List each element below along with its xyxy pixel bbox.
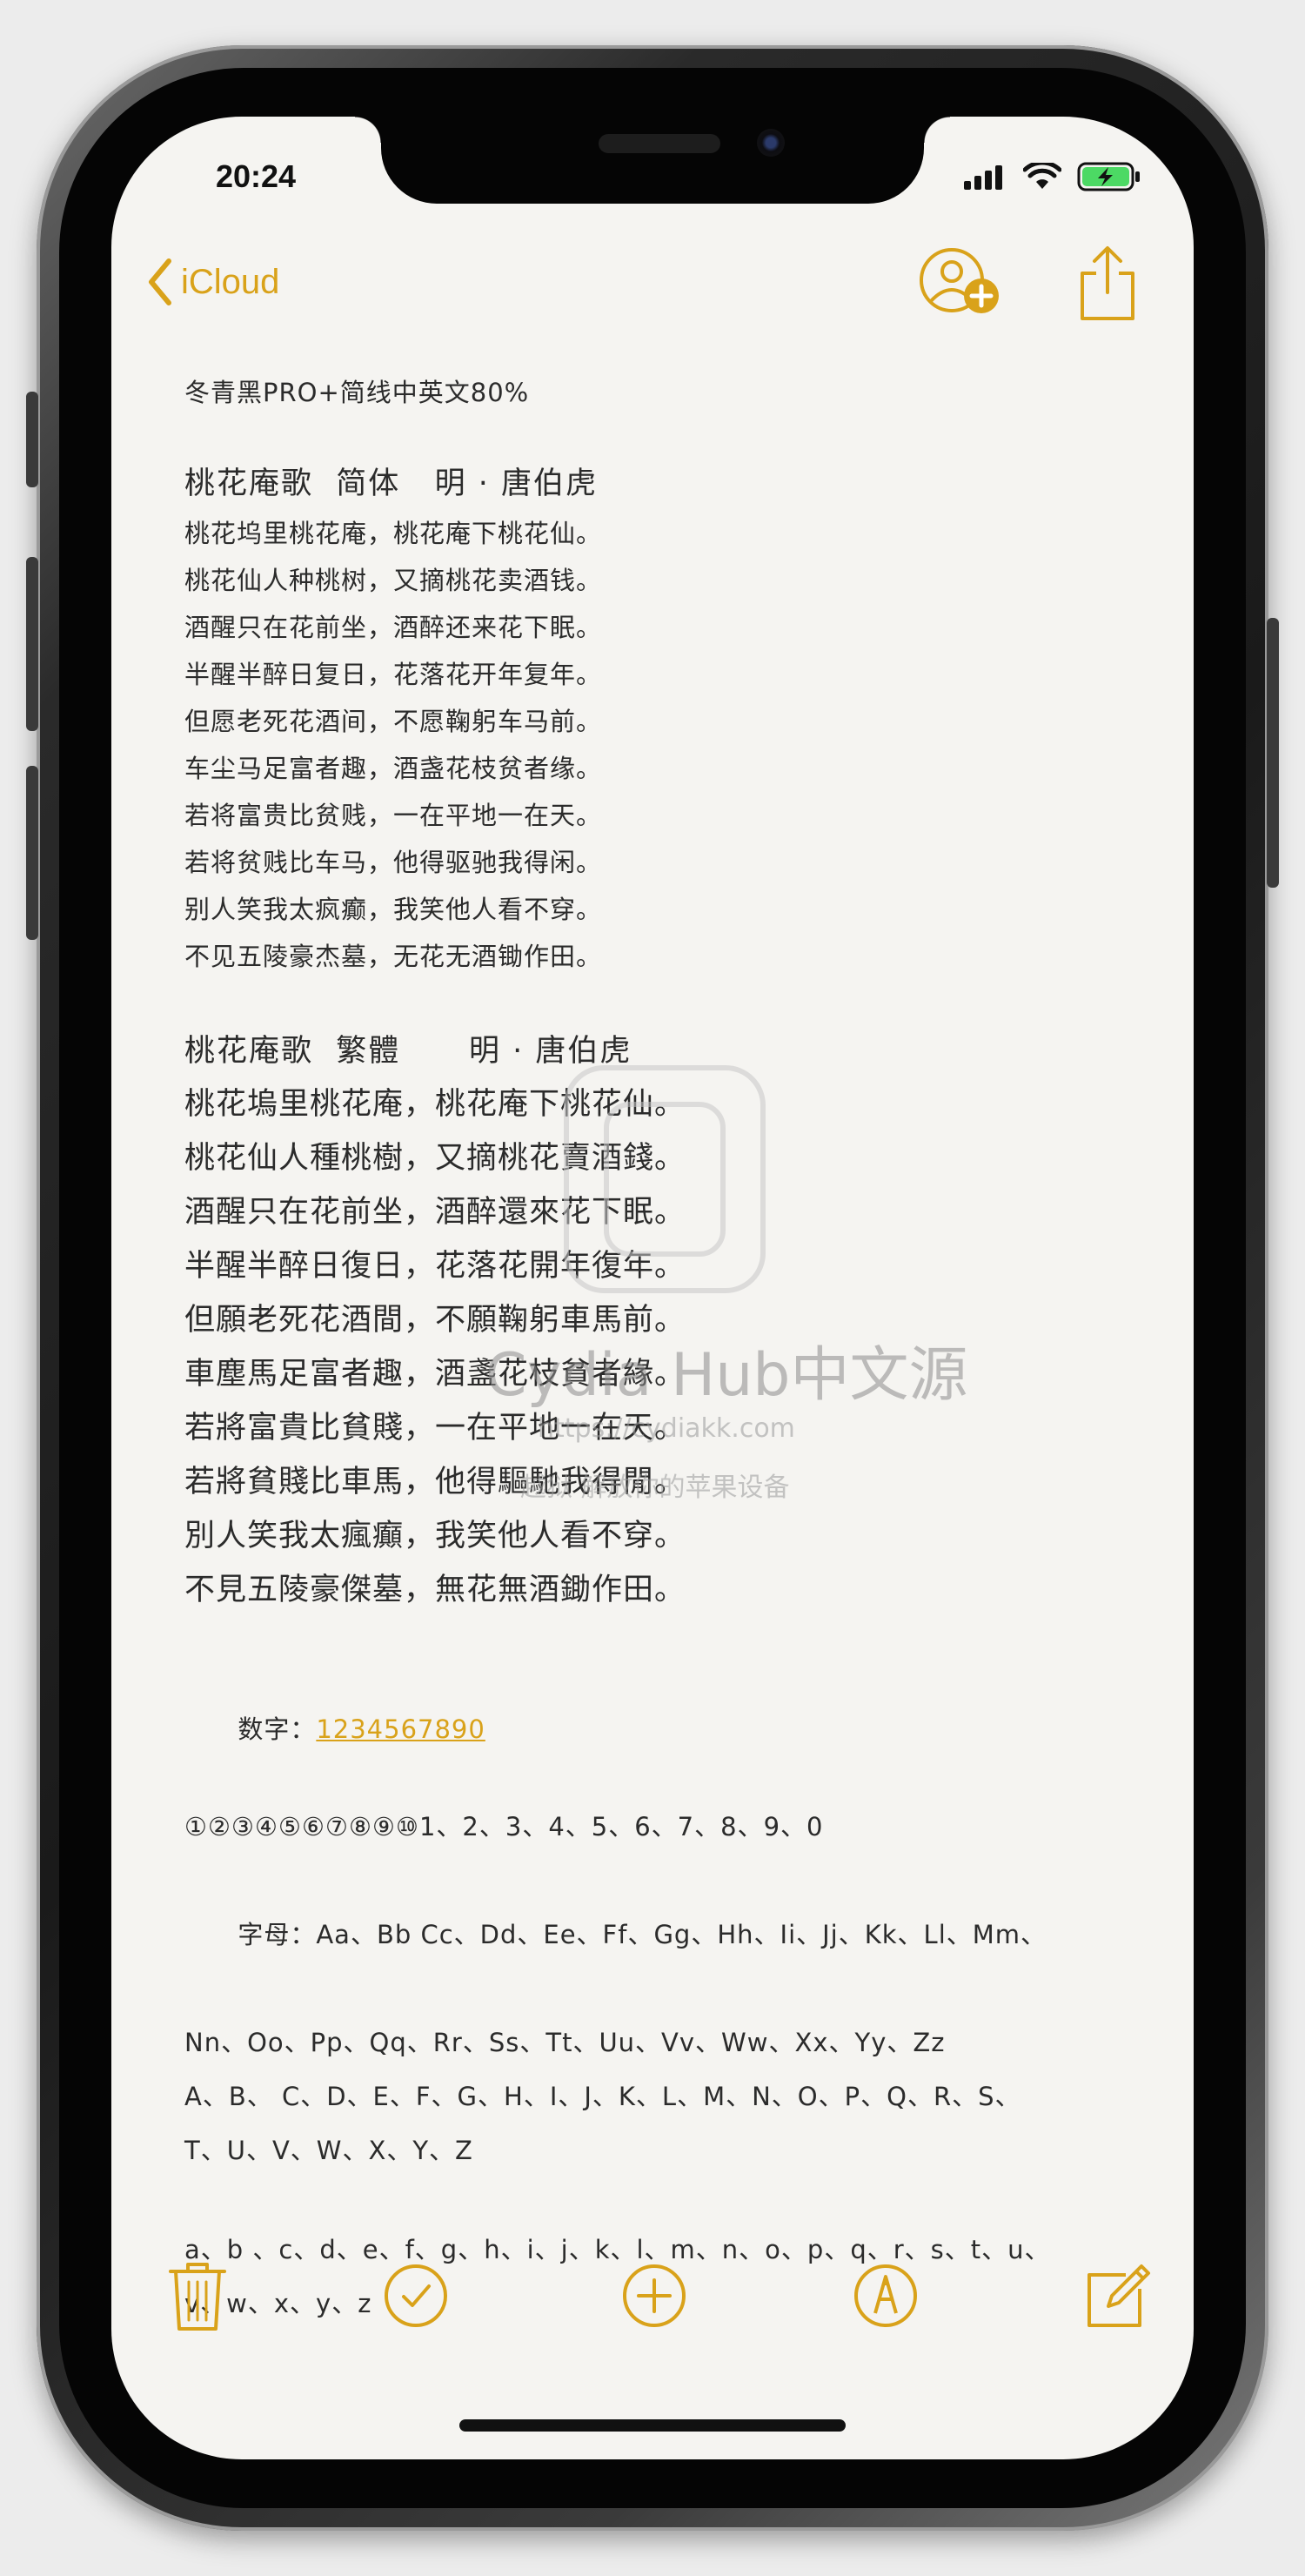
volume-up-button bbox=[26, 557, 38, 731]
power-button bbox=[1267, 618, 1279, 888]
wifi-icon bbox=[1023, 163, 1061, 189]
poem-line: 車塵馬足富者趣，酒盞花枝貧者緣。 bbox=[184, 1357, 686, 1392]
front-camera bbox=[757, 129, 785, 157]
add-icon[interactable] bbox=[621, 2263, 687, 2329]
poem-line: 酒醒只在花前坐，酒醉还来花下眠。 bbox=[184, 613, 603, 642]
poem-line: 桃花仙人种桃树，又摘桃花卖酒钱。 bbox=[184, 566, 603, 595]
note-body[interactable]: 冬青黑PRO+简线中英文80% 桃花庵歌 简体 明 · 唐伯虎 桃花坞里桃花庵，… bbox=[184, 369, 1124, 2331]
letter-pairs-2: Nn、Oo、Pp、Qq、Rr、Ss、Tt、Uu、Vv、Ww、Xx、Yy、Zz bbox=[184, 2028, 946, 2057]
poem-line: 半醒半醉日復日，花落花開年復年。 bbox=[184, 1249, 686, 1284]
status-time: 20:24 bbox=[216, 158, 297, 194]
home-indicator[interactable] bbox=[459, 2419, 846, 2432]
poem-line: 桃花坞里桃花庵，桃花庵下桃花仙。 bbox=[184, 519, 603, 548]
section-heading-traditional: 桃花庵歌 繁體 明 · 唐伯虎 bbox=[184, 1034, 632, 1069]
poem-line: 桃花仙人種桃樹，又摘桃花賣酒錢。 bbox=[184, 1141, 686, 1176]
markup-icon[interactable] bbox=[853, 2263, 919, 2329]
poem-line: 別人笑我太瘋癲，我笑他人看不穿。 bbox=[184, 1519, 686, 1553]
uppercase-2: T、U、V、W、X、Y、Z bbox=[184, 2136, 473, 2165]
poem-line: 若将富贵比贫贱，一在平地一在天。 bbox=[184, 801, 603, 830]
bottom-toolbar bbox=[111, 2259, 1194, 2364]
poem-line: 若將貧賤比車馬，他得驅馳我得閒。 bbox=[184, 1465, 686, 1499]
numbers-link[interactable]: 1234567890 bbox=[316, 1714, 485, 1744]
poem-line: 别人笑我太疯癫，我笑他人看不穿。 bbox=[184, 895, 603, 924]
share-icon[interactable] bbox=[1077, 244, 1138, 322]
volume-down-button bbox=[26, 766, 38, 940]
poem-line: 若将贫贱比车马，他得驱驰我得闲。 bbox=[184, 848, 603, 877]
back-button[interactable]: iCloud bbox=[146, 256, 279, 308]
add-person-icon[interactable] bbox=[919, 247, 1006, 325]
letters-row: 字母：Aa、Bb Cc、Dd、Ee、Ff、Gg、Hh、Ii、Jj、Kk、Ll、M… bbox=[184, 1854, 1124, 2016]
poem-line: 若將富貴比貧賤，一在平地一在天。 bbox=[184, 1411, 686, 1446]
poem-line: 但愿老死花酒间，不愿鞠躬车马前。 bbox=[184, 707, 603, 736]
poem-line: 不见五陵豪杰墓，无花无酒锄作田。 bbox=[184, 942, 603, 971]
compose-icon[interactable] bbox=[1084, 2257, 1154, 2331]
note-title: 冬青黑PRO+简线中英文80% bbox=[184, 378, 530, 407]
poem-line: 半醒半醉日复日，花落花开年复年。 bbox=[184, 660, 603, 689]
notch bbox=[355, 117, 950, 204]
poem-line: 桃花塢里桃花庵，桃花庵下桃花仙。 bbox=[184, 1087, 686, 1122]
screen: 20:24 iCloud 冬青黑PRO+简线中英文80% 桃花庵歌 简体 明 ·… bbox=[111, 117, 1194, 2459]
poem-line: 但願老死花酒間，不願鞠躬車馬前。 bbox=[184, 1303, 686, 1338]
back-label: iCloud bbox=[181, 262, 280, 301]
battery-charging-icon bbox=[1077, 162, 1140, 191]
poem-line: 酒醒只在花前坐，酒醉還來花下眠。 bbox=[184, 1195, 686, 1230]
poem-line: 不見五陵豪傑墓，無花無酒鋤作田。 bbox=[184, 1573, 686, 1607]
poem-line: 车尘马足富者趣，酒盏花枝贫者缘。 bbox=[184, 754, 603, 783]
speaker bbox=[599, 134, 720, 153]
status-icons bbox=[964, 162, 1141, 191]
numbers-row: 数字：1234567890 bbox=[184, 1659, 1124, 1800]
silent-switch bbox=[26, 392, 38, 487]
section-heading-simplified: 桃花庵歌 简体 明 · 唐伯虎 bbox=[184, 466, 599, 501]
uppercase-1: A、B、 C、D、E、F、G、H、I、J、K、L、M、N、O、P、Q、R、S、 bbox=[184, 2082, 1021, 2111]
trash-icon[interactable] bbox=[167, 2259, 228, 2332]
numbers-label: 数字： bbox=[238, 1714, 317, 1744]
letter-pairs-1: Aa、Bb Cc、Dd、Ee、Ff、Gg、Hh、Ii、Jj、Kk、Ll、Mm、 bbox=[316, 1920, 1047, 1949]
circled-numbers: ①②③④⑤⑥⑦⑧⑨⑩1、2、3、4、5、6、7、8、9、0 bbox=[184, 1812, 824, 1841]
letters-label: 字母： bbox=[238, 1920, 317, 1949]
cellular-signal-icon bbox=[964, 165, 1002, 190]
chevron-left-icon bbox=[149, 258, 171, 305]
checklist-icon[interactable] bbox=[383, 2263, 449, 2329]
